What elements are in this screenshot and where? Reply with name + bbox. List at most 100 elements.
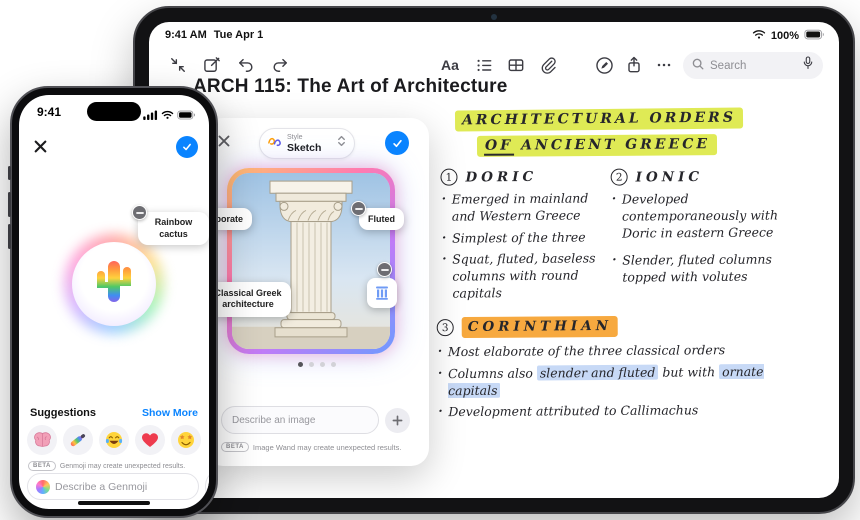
heart-emoji[interactable] xyxy=(135,425,165,455)
ipad-status-right: 100% xyxy=(752,29,825,43)
dynamic-island xyxy=(87,102,141,121)
battery-icon xyxy=(177,107,196,125)
section-corinthian: 3 CORINTHIAN Most elaborate of the three… xyxy=(436,315,780,421)
style-value: Sketch xyxy=(287,141,322,154)
wifi-icon xyxy=(161,107,174,125)
accept-genmoji-button[interactable] xyxy=(176,136,198,158)
ionic-number: 2 xyxy=(610,168,628,186)
battery-icon xyxy=(804,29,825,43)
page-dot[interactable] xyxy=(298,362,303,367)
tag-fluted[interactable]: Fluted xyxy=(351,201,404,230)
laughing-emoji[interactable] xyxy=(99,425,129,455)
doric-number: 1 xyxy=(440,168,458,186)
battery-percent: 100% xyxy=(770,30,799,42)
genmoji-rainbow-icon xyxy=(36,479,50,494)
remove-tag-icon[interactable] xyxy=(351,201,366,216)
show-more-link[interactable]: Show More xyxy=(142,407,198,419)
ionic-bullet: Developed contemporaneously with Doric i… xyxy=(611,190,801,242)
section-doric: 1 DORIC Emerged in mainland and Western … xyxy=(440,167,609,302)
image-wand-popup: Style Sketch Elaborate Fluted Classical … xyxy=(193,118,429,466)
image-prompt-row xyxy=(221,406,417,434)
mic-icon[interactable] xyxy=(802,56,814,75)
checklist-icon[interactable] xyxy=(471,52,497,78)
compose-icon[interactable] xyxy=(199,52,225,78)
ionic-title: IONIC xyxy=(635,168,704,185)
image-prompt-input[interactable] xyxy=(232,414,368,426)
person-button[interactable] xyxy=(205,473,209,500)
image-prompt-field[interactable] xyxy=(221,406,379,434)
status-time: 9:41 AM xyxy=(165,29,207,41)
section-ionic: 2 IONIC Developed contemporaneously with… xyxy=(610,167,802,287)
redo-icon[interactable] xyxy=(267,52,293,78)
chevron-up-down-icon xyxy=(336,134,347,153)
ipad-device: 9:41 AM Tue Apr 1 100% Aa Search ARCH 11… xyxy=(133,6,855,514)
corinthian-number: 3 xyxy=(436,319,454,337)
doric-title: DORIC xyxy=(465,168,538,186)
close-icon[interactable] xyxy=(33,139,48,159)
close-icon[interactable] xyxy=(217,134,231,153)
pagination-dots[interactable] xyxy=(205,362,429,367)
style-sketch-icon xyxy=(267,134,282,153)
notes-heading-2: OF ANCIENT GREECE xyxy=(476,133,718,157)
beta-badge: BETA xyxy=(28,461,56,471)
search-input[interactable] xyxy=(710,59,796,72)
generated-column-image xyxy=(232,173,390,349)
genmoji-prompt-field[interactable] xyxy=(27,473,199,500)
more-ellipsis-icon[interactable] xyxy=(651,52,677,78)
remove-style-icon[interactable] xyxy=(377,262,392,277)
status-date: Tue Apr 1 xyxy=(213,29,264,41)
share-icon[interactable] xyxy=(621,52,647,78)
rainbow-brush-emoji[interactable] xyxy=(63,425,93,455)
emoji-suggestions-row xyxy=(27,425,201,455)
style-selector[interactable]: Style Sketch xyxy=(259,128,355,159)
genmoji-preview[interactable] xyxy=(64,234,164,334)
undo-icon[interactable] xyxy=(233,52,259,78)
volume-up-button xyxy=(8,192,11,217)
notes-heading-1: ARCHITECTURAL ORDERS xyxy=(454,106,744,132)
genmoji-circle xyxy=(72,242,156,326)
corinthian-bullet: Development attributed to Callimachus xyxy=(437,402,779,421)
attachment-icon[interactable] xyxy=(535,52,561,78)
table-icon[interactable] xyxy=(503,52,529,78)
ipad-screen: 9:41 AM Tue Apr 1 100% Aa Search ARCH 11… xyxy=(149,22,839,498)
add-icon[interactable] xyxy=(385,407,410,433)
home-indicator[interactable] xyxy=(78,501,150,505)
iphone-screen: 9:41 Rainbow cactus Suggestions Show Mor… xyxy=(19,95,209,509)
genmoji-tag[interactable]: Rainbow cactus xyxy=(132,205,209,246)
volume-down-button xyxy=(8,224,11,249)
column-style-chip[interactable] xyxy=(367,278,397,308)
signal-icon xyxy=(143,107,158,125)
page-dot[interactable] xyxy=(331,362,336,367)
accept-image-button[interactable] xyxy=(385,131,409,155)
style-label: Style xyxy=(287,133,303,141)
iphone-status-icons xyxy=(143,107,196,125)
brain-emoji[interactable] xyxy=(27,425,57,455)
status-time: 9:41 xyxy=(37,105,62,119)
star-struck-emoji[interactable] xyxy=(171,425,201,455)
wifi-icon xyxy=(752,29,766,43)
mute-switch xyxy=(8,166,11,180)
genmoji-prompt-row xyxy=(27,473,209,500)
wand-beta-row: BETA Image Wand may create unexpected re… xyxy=(221,442,401,452)
iphone-device: 9:41 Rainbow cactus Suggestions Show Mor… xyxy=(8,86,218,518)
search-field[interactable] xyxy=(683,52,823,79)
doric-bullet: Simplest of the three xyxy=(441,229,609,247)
page-dot[interactable] xyxy=(320,362,325,367)
page-dot[interactable] xyxy=(309,362,314,367)
suggestions-label: Suggestions xyxy=(30,407,97,419)
stage: 9:41 AM Tue Apr 1 100% Aa Search ARCH 11… xyxy=(0,0,860,520)
genmoji-prompt-input[interactable] xyxy=(55,480,190,493)
collapse-arrows-icon[interactable] xyxy=(165,52,191,78)
search-icon xyxy=(692,57,704,75)
corinthian-bullet: Most elaborate of the three classical or… xyxy=(437,342,779,361)
generated-image-card[interactable] xyxy=(227,168,395,354)
doric-bullet: Squat, fluted, baseless columns with rou… xyxy=(441,251,609,303)
ionic-bullet: Slender, fluted columns topped with volu… xyxy=(611,252,801,287)
remove-tag-icon[interactable] xyxy=(132,205,147,220)
beta-badge: BETA xyxy=(221,442,249,452)
markup-pen-icon[interactable] xyxy=(591,52,617,78)
corinthian-title: CORINTHIAN xyxy=(461,315,619,339)
genmoji-beta-row: BETA Genmoji may create unexpected resul… xyxy=(28,461,185,471)
text-format-icon[interactable]: Aa xyxy=(437,52,463,78)
front-camera xyxy=(491,14,497,20)
